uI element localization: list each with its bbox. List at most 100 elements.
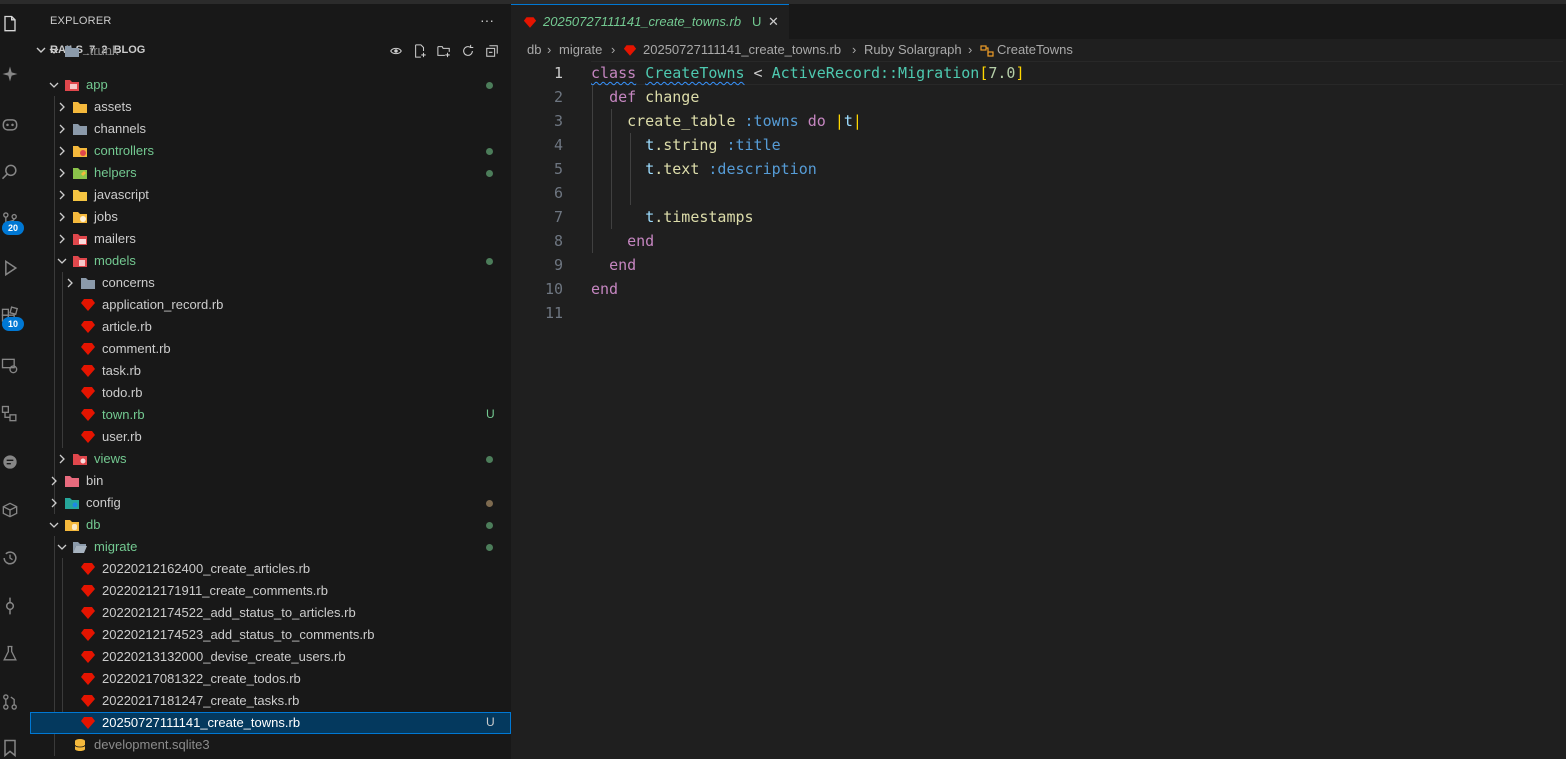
close-icon[interactable]: ✕: [768, 14, 779, 30]
database-icon[interactable]: [0, 498, 20, 522]
tree-item-javascript[interactable]: javascript: [30, 184, 511, 206]
chevron-right-icon: [59, 212, 65, 222]
breadcrumb-db[interactable]: db: [527, 42, 541, 57]
tree-item-database-file[interactable]: development.sqlite3: [30, 734, 511, 756]
ruby-file-icon: [81, 695, 95, 707]
controllers-folder-icon: [73, 146, 87, 157]
explorer-sidebar: EXPLORER ··· RAILS_7_2_BLOG .trunk app a…: [30, 4, 511, 759]
chevron-down-icon: [57, 258, 67, 264]
javascript-folder-icon: [73, 190, 87, 201]
code-line: 9 end: [511, 253, 1566, 277]
explorer-title: EXPLORER: [50, 15, 112, 27]
tree-item-migrate[interactable]: migrate: [30, 536, 511, 558]
chevron-right-icon: [59, 168, 65, 178]
ruby-file-icon: [81, 563, 95, 575]
tree-item-migration[interactable]: 20220212171911_create_comments.rb: [30, 580, 511, 602]
tree-item-file[interactable]: article.rb: [30, 316, 511, 338]
ruby-file-icon: [81, 387, 95, 399]
code-text: t.string :title: [645, 136, 781, 154]
sparkle-icon[interactable]: [0, 62, 20, 86]
ruby-file-icon: [81, 629, 95, 641]
activity-bar: 20 10: [0, 4, 30, 759]
tree-item-migration[interactable]: 20220213132000_devise_create_users.rb: [30, 646, 511, 668]
tree-item-file[interactable]: task.rb: [30, 360, 511, 382]
modified-dot: [486, 522, 493, 529]
ruby-file-icon: [81, 343, 95, 355]
remote-explorer-icon[interactable]: [0, 354, 20, 378]
line-number: 1: [553, 64, 563, 82]
ruby-file-icon: [523, 17, 537, 28]
tree-item-views[interactable]: views: [30, 448, 511, 470]
class-symbol-icon: [980, 45, 994, 57]
tree-item-bin[interactable]: bin: [30, 470, 511, 492]
breadcrumb-file[interactable]: 20250727111141_create_towns.rb: [643, 42, 841, 57]
tree-item-channels[interactable]: channels: [30, 118, 511, 140]
source-control-badge: 20: [2, 221, 24, 235]
tree-item-file[interactable]: town.rb U: [30, 404, 511, 426]
tree-item-helpers[interactable]: helpers: [30, 162, 511, 184]
code-text: class CreateTowns < ActiveRecord::Migrat…: [591, 64, 1025, 82]
search-icon[interactable]: [0, 160, 20, 184]
git-graph-icon[interactable]: [0, 402, 20, 426]
ruby-file-icon: [81, 607, 95, 619]
modified-dot: [486, 500, 493, 507]
chevron-right-icon: [59, 190, 65, 200]
tree-item-app[interactable]: app: [30, 74, 511, 96]
files-icon[interactable]: [0, 12, 20, 36]
modified-dot: [486, 82, 493, 89]
breadcrumb-solargraph[interactable]: Ruby Solargraph: [864, 42, 962, 57]
git-pull-request-icon[interactable]: [0, 690, 20, 714]
tree-item-migration-selected[interactable]: 20250727111141_create_towns.rb U: [30, 712, 511, 734]
folder-open-icon: [73, 542, 87, 553]
folder-icon: [65, 46, 79, 57]
timeline-icon[interactable]: [0, 546, 20, 570]
tree-item-models[interactable]: models: [30, 250, 511, 272]
chevron-down-icon: [57, 544, 67, 550]
tree-item-migration[interactable]: 20220212162400_create_articles.rb: [30, 558, 511, 580]
run-debug-icon[interactable]: [0, 256, 20, 280]
ruby-file-icon: [81, 365, 95, 377]
tab-create-towns[interactable]: 20250727111141_create_towns.rb U ✕: [511, 4, 789, 39]
tree-item-file[interactable]: comment.rb: [30, 338, 511, 360]
tree-item-concerns[interactable]: concerns: [30, 272, 511, 294]
tree-item-migration[interactable]: 20220217081322_create_todos.rb: [30, 668, 511, 690]
tree-item-jobs[interactable]: jobs: [30, 206, 511, 228]
tree-item-file[interactable]: application_record.rb: [30, 294, 511, 316]
tree-item-migration[interactable]: 20220217181247_create_tasks.rb: [30, 690, 511, 712]
tree-item-file[interactable]: user.rb: [30, 426, 511, 448]
code-line: 2 def change: [511, 85, 1566, 109]
chat-icon[interactable]: [0, 450, 20, 474]
code-line: 11: [511, 301, 1566, 325]
tree-item-migration[interactable]: 20220212174522_add_status_to_articles.rb: [30, 602, 511, 624]
code-text: end: [609, 256, 637, 274]
chevron-right-icon: [59, 146, 65, 156]
indent-guide: [630, 133, 631, 205]
database-file-icon: [74, 739, 86, 751]
line-number: 8: [553, 232, 563, 250]
tab-bar: 20250727111141_create_towns.rb U ✕: [511, 4, 1566, 39]
git-commit-icon[interactable]: [0, 594, 20, 618]
breadcrumb-separator: ›: [968, 42, 973, 57]
editor-area: 20250727111141_create_towns.rb U ✕ db › …: [511, 4, 1566, 759]
testing-icon[interactable]: [0, 642, 20, 666]
tree-item-mailers[interactable]: mailers: [30, 228, 511, 250]
tree-item-controllers[interactable]: controllers: [30, 140, 511, 162]
line-number: 10: [544, 280, 563, 298]
tree-item-migration[interactable]: 20220212174523_add_status_to_comments.rb: [30, 624, 511, 646]
code-line: 7 t.timestamps: [511, 205, 1566, 229]
bookmark-icon[interactable]: [0, 736, 20, 759]
breadcrumb-symbol[interactable]: CreateTowns: [997, 42, 1073, 57]
code-text: end: [627, 232, 655, 250]
tree-item-assets[interactable]: assets: [30, 96, 511, 118]
views-folder-icon: [73, 454, 87, 465]
breadcrumb-separator: ›: [547, 42, 552, 57]
tree-item-config[interactable]: config: [30, 492, 511, 514]
tree-item-db[interactable]: db: [30, 514, 511, 536]
more-actions-button[interactable]: ···: [480, 12, 494, 28]
copilot-icon[interactable]: [0, 112, 20, 136]
tree-item-file[interactable]: todo.rb: [30, 382, 511, 404]
breadcrumb-migrate[interactable]: migrate: [559, 42, 602, 57]
tree-item-trunk[interactable]: .trunk: [30, 40, 511, 62]
ruby-file-icon: [81, 673, 95, 685]
ruby-file-icon: [623, 45, 637, 56]
